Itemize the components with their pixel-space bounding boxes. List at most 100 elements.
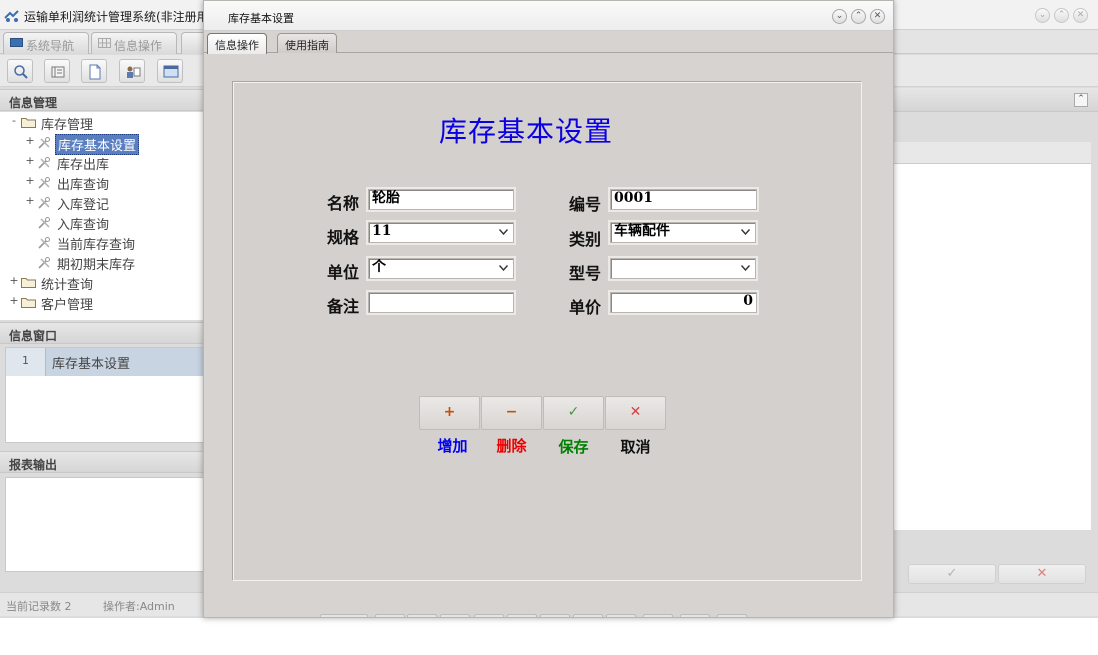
right-panel-header: ⌃ [893, 88, 1098, 112]
collapse-icon[interactable]: ⌃ [1074, 93, 1088, 107]
bottom-nav-button[interactable] [680, 614, 710, 617]
list-item-number: 1 [6, 348, 46, 376]
dialog-title: 库存基本设置 [228, 12, 294, 25]
tab-system-nav-label: 系统导航 [26, 39, 75, 53]
category-value: 车辆配件 [614, 223, 670, 239]
cancel-button[interactable]: ✕ [605, 396, 666, 430]
operator-name: 操作者:Admin [103, 600, 175, 613]
record-count: 当前记录数 2 [6, 600, 72, 613]
chevron-down-icon [499, 265, 508, 271]
info-window-list: 1 库存基本设置 [5, 347, 206, 443]
app-close-button[interactable]: ✕ [1073, 8, 1088, 23]
monitor-icon [10, 38, 23, 47]
toolbar-new-doc-button[interactable] [81, 59, 107, 83]
spec-select[interactable]: 11 [368, 222, 514, 243]
model-select[interactable] [610, 258, 756, 279]
bottom-nav-button[interactable] [606, 614, 636, 617]
right-grid-header [893, 142, 1091, 164]
list-icon [51, 66, 65, 78]
save-button[interactable]: ✓ [543, 396, 604, 430]
tree-toggle[interactable]: + [9, 294, 19, 307]
tab-info-ops-label: 信息操作 [114, 39, 163, 53]
app-maximize-button[interactable]: ⌃ [1054, 8, 1069, 23]
bottom-nav-button[interactable] [375, 614, 405, 617]
dialog-close-button[interactable]: ✕ [870, 9, 885, 24]
folder-icon [21, 278, 36, 288]
bottom-nav-button[interactable] [507, 614, 537, 617]
dialog-maximize-button[interactable]: ⌃ [851, 9, 866, 24]
name-label: 名称 [327, 194, 360, 213]
report-output-title: 报表输出 [9, 458, 58, 472]
right-confirm-button[interactable]: ✓ [908, 564, 996, 584]
list-item[interactable]: 1 库存基本设置 [6, 348, 206, 376]
toolbar-list-button[interactable] [44, 59, 70, 83]
tab-usage-guide[interactable]: 使用指南 [277, 33, 337, 53]
tab-info-ops-label: 信息操作 [215, 39, 259, 52]
tools-icon [38, 197, 50, 209]
tree-toggle[interactable]: + [25, 194, 35, 207]
code-input[interactable]: 0001 [610, 189, 757, 210]
document-icon [89, 64, 101, 80]
bottom-nav-button[interactable] [540, 614, 570, 617]
right-cancel-button[interactable]: ✕ [998, 564, 1086, 584]
tree-toggle[interactable]: + [9, 274, 19, 287]
bottom-nav-button[interactable] [717, 614, 747, 617]
bottom-nav-button[interactable] [320, 614, 368, 617]
bottom-nav-button[interactable] [474, 614, 504, 617]
report-output-header: 报表输出 [0, 451, 205, 473]
tools-icon [38, 137, 50, 149]
stock-setup-form: 库存基本设置 名称 轮胎 编号 0001 规格 11 类别 车辆配件 单位 个 … [232, 81, 862, 581]
grid-icon [98, 38, 111, 48]
tab-system-nav[interactable]: 系统导航 [3, 32, 89, 54]
model-label: 型号 [569, 264, 602, 283]
price-label: 单价 [569, 298, 602, 317]
price-value: 0 [743, 293, 753, 309]
add-label: 增加 [437, 437, 468, 455]
add-button[interactable]: + [419, 396, 480, 430]
unit-label: 单位 [327, 263, 360, 282]
tree-toggle[interactable]: + [25, 134, 35, 147]
tab-info-ops[interactable]: 信息操作 [207, 33, 267, 54]
code-value: 0001 [614, 190, 653, 206]
window-icon [163, 65, 179, 78]
price-input[interactable]: 0 [610, 292, 757, 313]
unit-value: 个 [372, 259, 386, 275]
save-label: 保存 [558, 438, 589, 456]
toolbar-users-button[interactable] [119, 59, 145, 83]
delete-label: 删除 [496, 437, 527, 455]
category-select[interactable]: 车辆配件 [610, 222, 756, 243]
app-minimize-button[interactable]: ⌄ [1035, 8, 1050, 23]
name-input[interactable]: 轮胎 [368, 189, 514, 210]
code-label: 编号 [569, 195, 602, 214]
tree-toggle[interactable]: - [9, 114, 19, 127]
chevron-down-icon [741, 229, 750, 235]
info-mgmt-header: 信息管理 [0, 89, 205, 111]
users-icon [127, 66, 141, 78]
list-item-label: 库存基本设置 [52, 357, 131, 372]
tree-node-label: 统计查询 [41, 278, 94, 293]
bottom-nav-button[interactable] [573, 614, 603, 617]
bottom-nav-button[interactable] [643, 614, 673, 617]
report-output-area [5, 477, 205, 572]
toolbar-search-button[interactable] [7, 59, 33, 83]
toolbar-window-button[interactable] [157, 59, 183, 83]
delete-button[interactable]: − [481, 396, 542, 430]
tree-node-label: 库存管理 [41, 118, 94, 133]
tree-toggle[interactable]: + [25, 174, 35, 187]
unit-select[interactable]: 个 [368, 258, 514, 279]
dialog-minimize-button[interactable]: ⌄ [832, 9, 847, 24]
dialog-titlebar[interactable]: 库存基本设置 ⌄ ⌃ ✕ [204, 1, 893, 31]
dialog-tab-bar: 信息操作 使用指南 [204, 31, 893, 54]
bottom-nav-button[interactable] [407, 614, 437, 617]
tools-icon [38, 257, 50, 269]
folder-icon [21, 118, 36, 128]
info-mgmt-title: 信息管理 [9, 96, 58, 110]
tab-info-ops[interactable]: 信息操作 [91, 32, 177, 54]
bottom-nav-button[interactable] [440, 614, 470, 617]
chevron-down-icon [499, 229, 508, 235]
tree-node-label: 当前库存查询 [57, 238, 136, 253]
note-input[interactable] [368, 292, 514, 313]
close-icon: ✕ [1036, 566, 1048, 581]
tree-toggle[interactable]: + [25, 154, 35, 167]
tab-usage-guide-label: 使用指南 [285, 39, 329, 52]
